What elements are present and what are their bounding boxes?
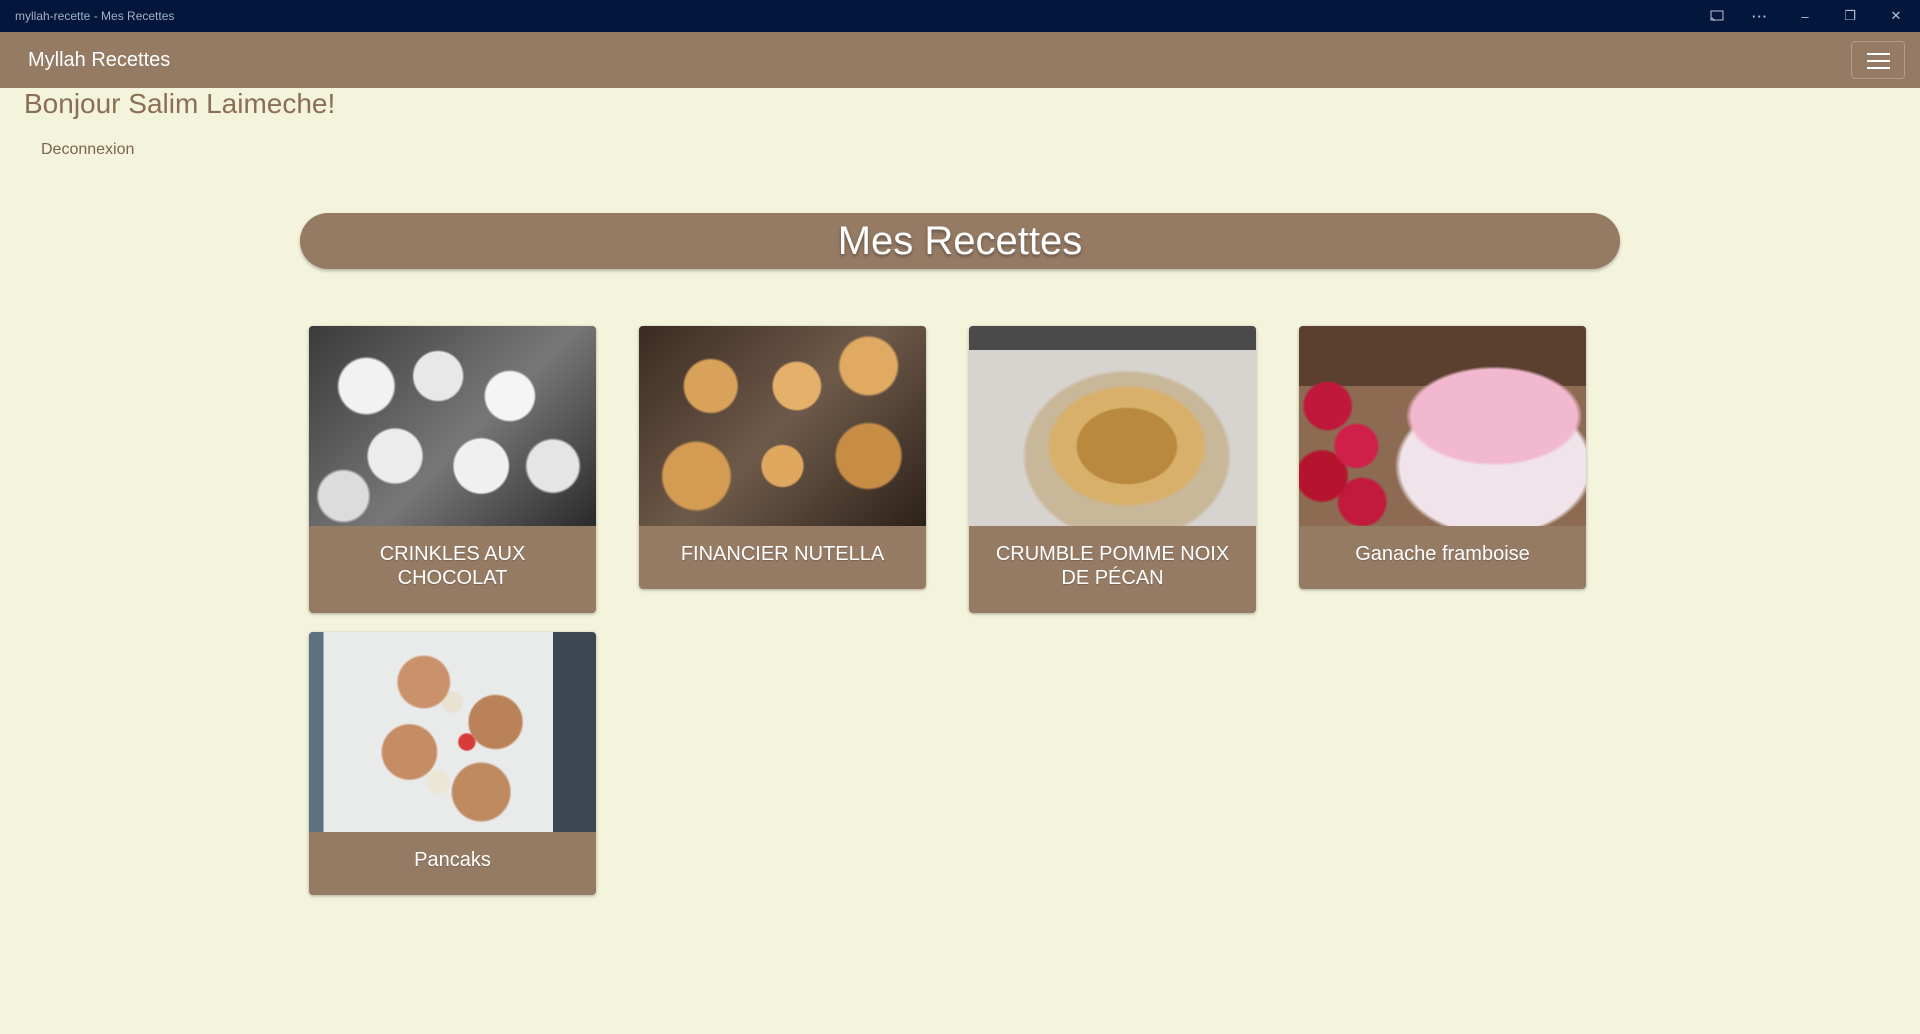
crinkles-photo <box>309 326 596 526</box>
cast-icon-glyph <box>1710 10 1724 22</box>
recipe-card[interactable]: Pancaks <box>309 632 596 895</box>
recipe-card[interactable]: CRINKLES AUX CHOCOLAT <box>309 326 596 613</box>
recipe-card[interactable]: FINANCIER NUTELLA <box>639 326 926 589</box>
app-navbar: Myllah Recettes <box>0 32 1920 88</box>
hamburger-menu-icon-line <box>1867 60 1890 62</box>
hamburger-menu-icon <box>1867 53 1890 55</box>
window-title: myllah-recette - Mes Recettes <box>15 9 175 23</box>
logout-link[interactable]: Deconnexion <box>41 141 134 159</box>
hamburger-menu-icon-line <box>1867 67 1890 69</box>
minimize-button[interactable]: – <box>1783 0 1827 32</box>
recipe-name: CRUMBLE POMME NOIX DE PÉCAN <box>995 543 1230 589</box>
page-title: Mes Recettes <box>300 213 1620 269</box>
recipe-name: Pancaks <box>414 849 491 871</box>
recipe-card[interactable]: CRUMBLE POMME NOIX DE PÉCAN <box>969 326 1256 613</box>
more-options-button[interactable]: ··· <box>1738 0 1782 32</box>
pancake-photo <box>309 632 596 832</box>
financier-photo <box>639 326 926 526</box>
brand-link[interactable]: Myllah Recettes <box>28 49 170 72</box>
close-button[interactable]: ✕ <box>1874 0 1918 32</box>
recipe-card[interactable]: Ganache framboise <box>1299 326 1586 589</box>
window-titlebar: myllah-recette - Mes Recettes ··· – ❐ ✕ <box>0 0 1920 32</box>
ganache-photo <box>1299 326 1586 526</box>
user-greeting: Bonjour Salim Laimeche! <box>24 88 336 119</box>
recipe-name: FINANCIER NUTELLA <box>680 543 885 565</box>
recipe-name: Ganache framboise <box>1355 543 1530 565</box>
hamburger-menu-button[interactable] <box>1851 41 1905 79</box>
crumble-photo <box>969 326 1256 526</box>
recipe-name: CRINKLES AUX CHOCOLAT <box>379 543 526 589</box>
cast-icon[interactable] <box>1695 0 1739 32</box>
restore-button[interactable]: ❐ <box>1828 0 1872 32</box>
